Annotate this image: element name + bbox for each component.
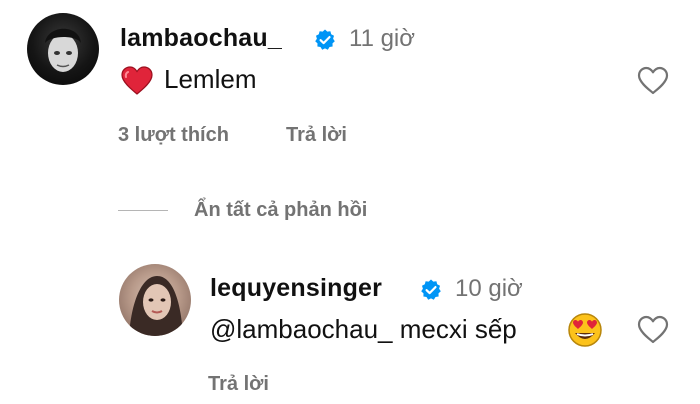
heart-icon — [121, 66, 153, 95]
avatar-image — [45, 28, 81, 72]
reply-avatar[interactable] — [119, 264, 191, 336]
heart-eyes-emoji-icon — [568, 313, 602, 347]
reply-avatar-image — [129, 276, 183, 336]
reply-reply-button[interactable]: Trả lời — [208, 373, 269, 396]
like-comment-heart-outline-icon[interactable] — [636, 66, 670, 96]
verified-badge-icon — [315, 29, 335, 50]
verified-badge-icon — [421, 279, 441, 300]
replies-divider — [118, 210, 168, 211]
comment-reply-button[interactable]: Trả lời — [286, 124, 347, 147]
reply-username[interactable]: lequyensinger — [210, 274, 382, 303]
avatar[interactable] — [27, 13, 99, 85]
comment-timestamp[interactable]: 11 giờ — [349, 25, 415, 53]
comment-like-count[interactable]: 3 lượt thích — [118, 124, 229, 147]
reply-timestamp[interactable]: 10 giờ — [455, 275, 523, 303]
comment-text: Lemlem — [164, 64, 257, 94]
like-reply-heart-outline-icon[interactable] — [636, 315, 670, 345]
hide-replies-button[interactable]: Ẩn tất cả phản hồi — [194, 199, 367, 222]
reply-text: @lambaochau_ mecxi sếp — [210, 314, 517, 344]
comment-username[interactable]: lambaochau_ — [120, 24, 282, 53]
